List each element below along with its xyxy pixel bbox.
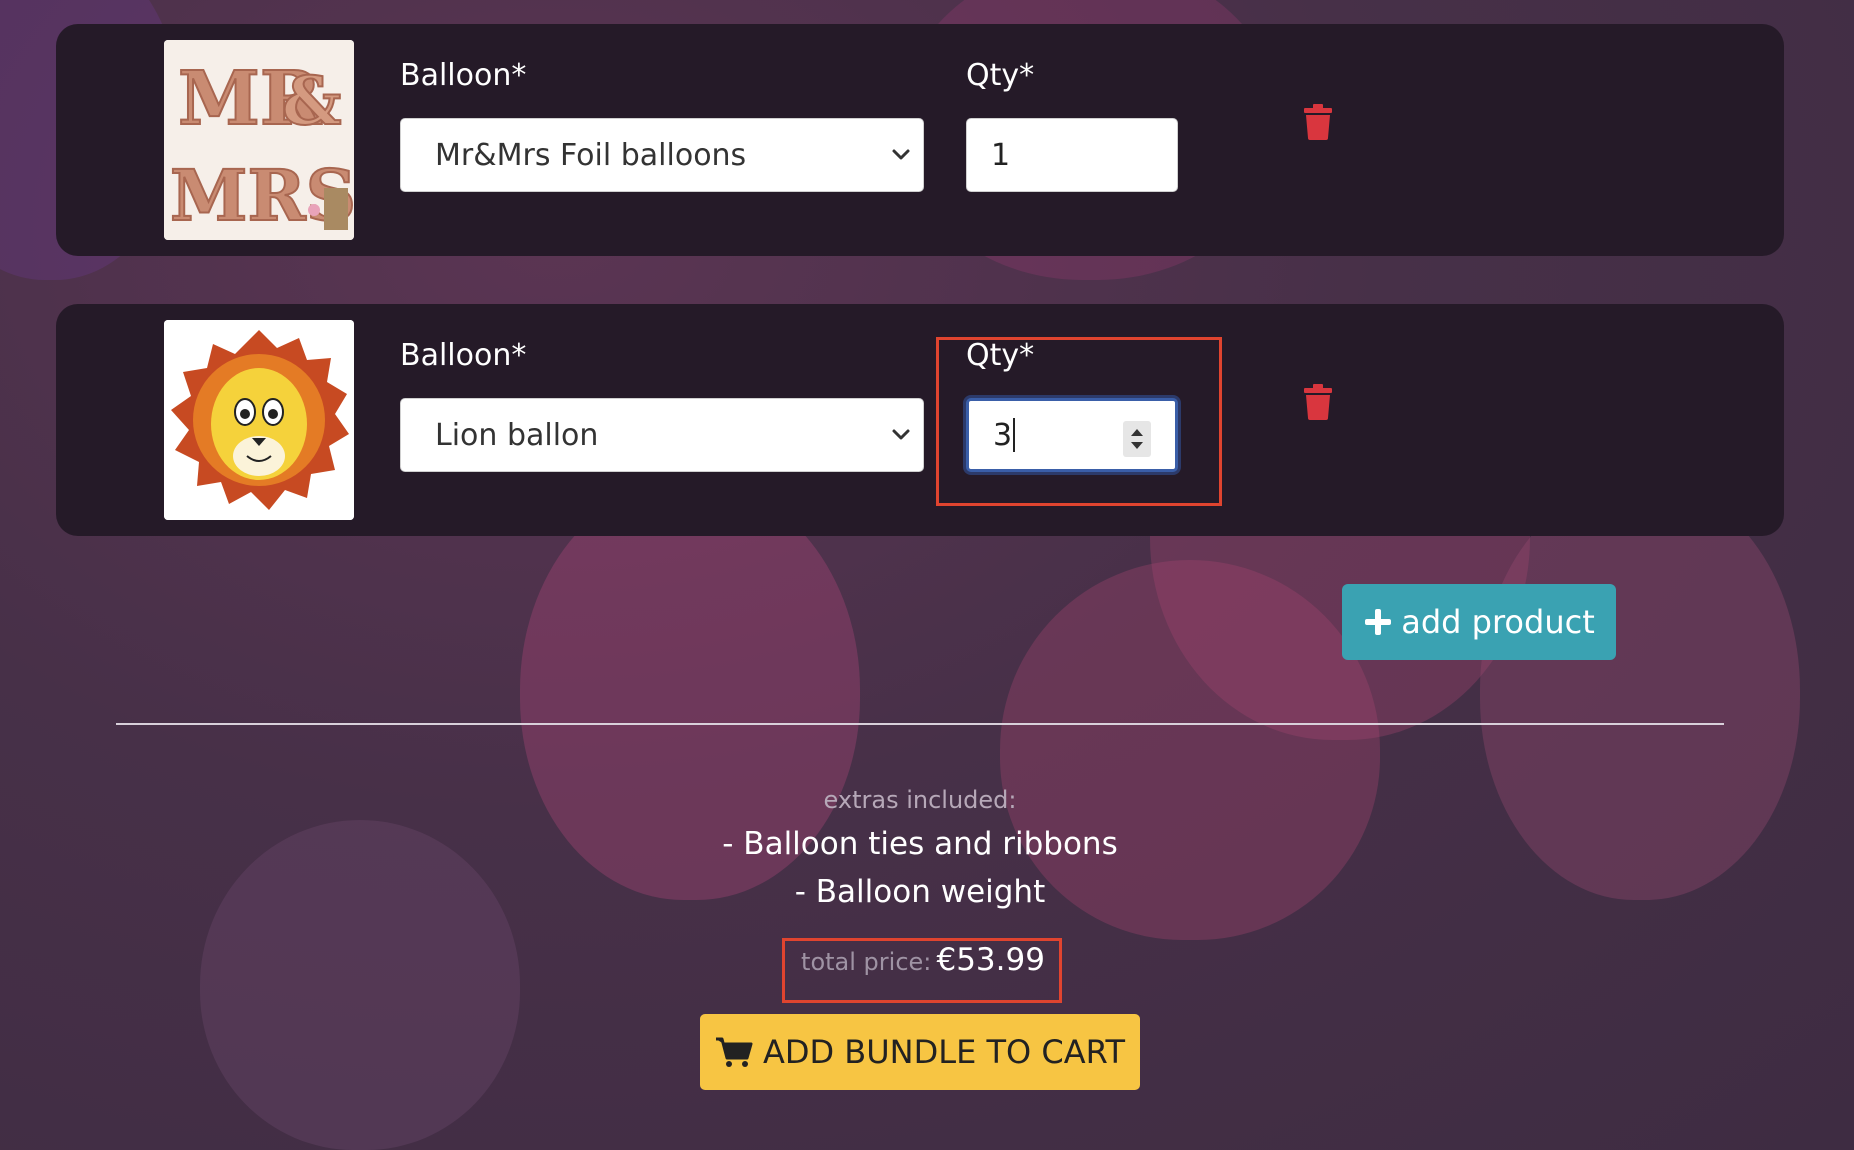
qty-label: Qty* (966, 58, 1035, 93)
balloon-label: Balloon* (400, 58, 527, 93)
qty-input[interactable]: 1 (966, 118, 1178, 192)
chevron-down-icon (892, 149, 910, 160)
price-highlight-box (782, 938, 1062, 1003)
trash-icon[interactable] (1302, 104, 1334, 140)
mr-mrs-foil-balloons-image: MR & MRS (164, 40, 354, 240)
add-bundle-to-cart-label: ADD BUNDLE TO CART (762, 1033, 1126, 1071)
add-product-label: add product (1401, 603, 1595, 641)
lion-balloon-image (164, 320, 354, 520)
balloon-label: Balloon* (400, 338, 527, 373)
add-product-button[interactable]: add product (1342, 584, 1616, 660)
add-bundle-to-cart-button[interactable]: ADD BUNDLE TO CART (700, 1014, 1140, 1090)
balloon-select-value: Lion ballon (435, 417, 599, 453)
cart-icon (715, 1037, 753, 1067)
extras-item: - Balloon weight (794, 874, 1046, 910)
qty-input-value: 1 (991, 137, 1011, 173)
background-balloon (200, 820, 520, 1150)
trash-icon[interactable] (1302, 384, 1334, 420)
bundle-item-card: MR & MRS Balloon* Mr&Mrs Foil balloons Q… (56, 24, 1784, 256)
balloon-select[interactable]: Mr&Mrs Foil balloons (400, 118, 924, 192)
balloon-select[interactable]: Lion ballon (400, 398, 924, 472)
bundle-item-card: Balloon* Lion ballon Qty* 3 (56, 304, 1784, 536)
extras-title: extras included: (823, 786, 1017, 814)
chevron-down-icon (892, 429, 910, 440)
plus-icon (1365, 609, 1392, 635)
divider (116, 723, 1724, 725)
extras-item: - Balloon ties and ribbons (722, 826, 1118, 862)
svg-text:&: & (282, 62, 342, 140)
qty-highlight-box (936, 337, 1222, 506)
balloon-select-value: Mr&Mrs Foil balloons (435, 137, 747, 173)
